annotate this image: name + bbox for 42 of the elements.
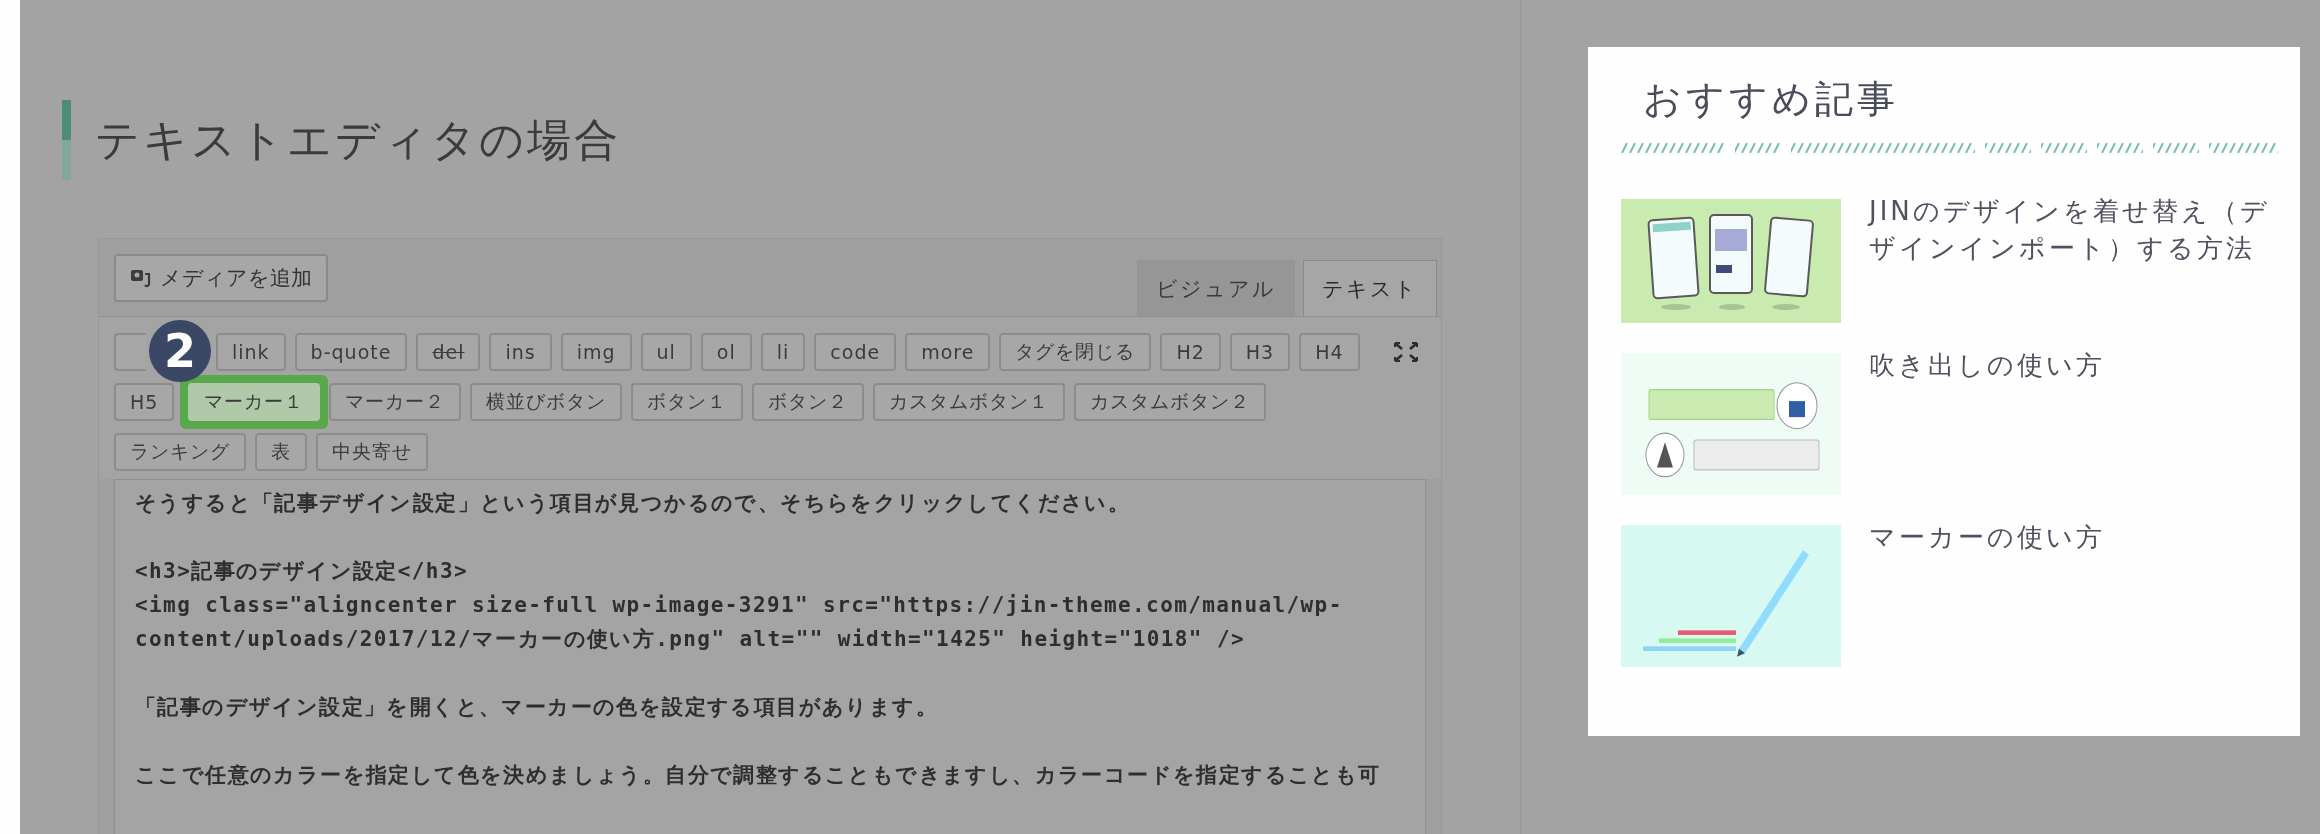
editor-tab[interactable]: ビジュアル [1137, 260, 1295, 316]
fullscreen-icon[interactable] [1394, 342, 1418, 362]
toolbar-button[interactable]: ol [700, 333, 752, 371]
toolbar-button[interactable]: li [760, 333, 806, 371]
toolbar-button[interactable]: more [905, 333, 991, 371]
widget-title: おすすめ記事 [1643, 76, 1900, 123]
toolbar-button[interactable]: マーカー２ [329, 383, 462, 421]
step-badge: 2 [149, 320, 211, 382]
toolbar-button[interactable]: カスタムボタン１ [873, 383, 1066, 421]
toolbar-button[interactable]: ランキング [114, 433, 246, 471]
toolbar-button[interactable]: b-quote [294, 333, 408, 371]
editor-tab[interactable]: テキスト [1303, 260, 1437, 316]
section-heading: テキストエディタの場合 [95, 112, 621, 167]
toolbar-button[interactable]: del [416, 333, 481, 371]
article-link[interactable]: JINのデザインを着せ替え（デザインインポート）する方法 [1869, 193, 2278, 323]
toolbar-button[interactable]: H2 [1160, 333, 1221, 371]
toolbar-button[interactable]: 表 [255, 433, 307, 471]
code-line: 「記事のデザイン設定」を開くと、マーカーの色を設定する項目があります。 [135, 694, 939, 721]
media-icon [130, 268, 152, 288]
code-line: <img class="aligncenter size-full wp-image-3291" src="https://jin-theme.com/manual/wp- [135, 592, 1344, 619]
article-link[interactable]: マーカーの使い方 [1869, 519, 2105, 667]
code-line: content/uploads/2017/12/マーカーの使い方.png" alt="" width="1425" height="1018" /> [135, 626, 1247, 653]
toolbar-button[interactable]: 横並びボタン [470, 383, 623, 421]
toolbar-button[interactable]: H3 [1229, 333, 1291, 371]
article-link[interactable]: 吹き出しの使い方 [1869, 347, 2105, 495]
toolbar-button[interactable]: ボタン２ [752, 383, 865, 421]
code-line: ここで任意のカラーを指定して色を決めましょう。自分で調整することもできますし、カラーコードを指定することも可 [135, 762, 1382, 789]
add-media-button[interactable]: メディアを追加 [114, 254, 328, 302]
code-line: <h3>記事のデザイン設定</h3> [135, 558, 469, 585]
toolbar-button[interactable]: link [216, 333, 286, 371]
code-line: そうすると「記事デザイン設定」という項目が見つかるので、そちらをクリックしてください。 [135, 490, 1132, 517]
toolbar-button[interactable]: タグを閉じる [999, 333, 1152, 371]
toolbar-button[interactable]: ins [489, 333, 552, 371]
toolbar-button[interactable]: H4 [1299, 333, 1360, 371]
toolbar-button[interactable]: ul [640, 333, 692, 371]
toolbar-button[interactable]: ボタン１ [631, 383, 744, 421]
toolbar-button[interactable]: 中央寄せ [316, 433, 428, 471]
toolbar-button[interactable]: code [814, 333, 897, 371]
toolbar-button[interactable]: H5 [114, 383, 175, 421]
toolbar-button[interactable]: img [560, 333, 632, 371]
toolbar-button[interactable]: カスタムボタン２ [1074, 383, 1267, 421]
toolbar-button[interactable]: マーカー１ [188, 383, 321, 421]
